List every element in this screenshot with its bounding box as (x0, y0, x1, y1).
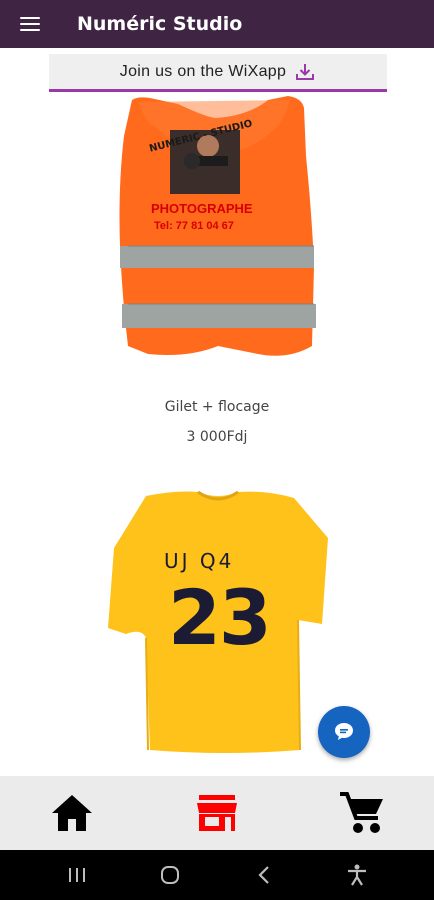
bottom-nav (0, 776, 434, 850)
nav-cart[interactable] (312, 776, 412, 850)
product-name[interactable]: Gilet + flocage (0, 399, 434, 415)
accessibility-button[interactable] (327, 850, 387, 900)
jersey-print-name: UJ Q4 (164, 549, 235, 573)
menu-button[interactable] (0, 0, 60, 48)
wix-app-banner[interactable]: Join us on the WiXapp (49, 54, 387, 92)
back-button[interactable] (234, 850, 294, 900)
store-icon (196, 795, 237, 831)
download-icon (294, 62, 316, 82)
hamburger-icon (20, 13, 40, 35)
recent-apps-icon (68, 868, 85, 882)
banner-text: Join us on the WiXapp (119, 62, 287, 80)
product-price: 3 000Fdj (186, 429, 248, 445)
app-title: Numéric Studio (77, 13, 243, 35)
home-system-button[interactable] (140, 850, 200, 900)
vest-print-phone: Tel: 77 81 04 67 (154, 220, 234, 232)
system-nav-bar (0, 850, 434, 900)
chat-bubble-icon (335, 723, 353, 740)
vest-print-photographe: PHOTOGRAPHE (151, 201, 253, 216)
jersey-print-number: 23 (168, 573, 272, 662)
app-header: Numéric Studio (0, 0, 434, 48)
home-icon (52, 795, 93, 831)
nav-home[interactable] (22, 776, 122, 850)
recent-apps-button[interactable] (47, 850, 107, 900)
home-circle-icon (161, 866, 180, 884)
accessibility-icon (348, 864, 367, 886)
chat-button[interactable] (318, 706, 370, 758)
cart-icon (339, 792, 383, 833)
nav-store[interactable] (167, 776, 267, 850)
back-chevron-icon (258, 866, 269, 884)
